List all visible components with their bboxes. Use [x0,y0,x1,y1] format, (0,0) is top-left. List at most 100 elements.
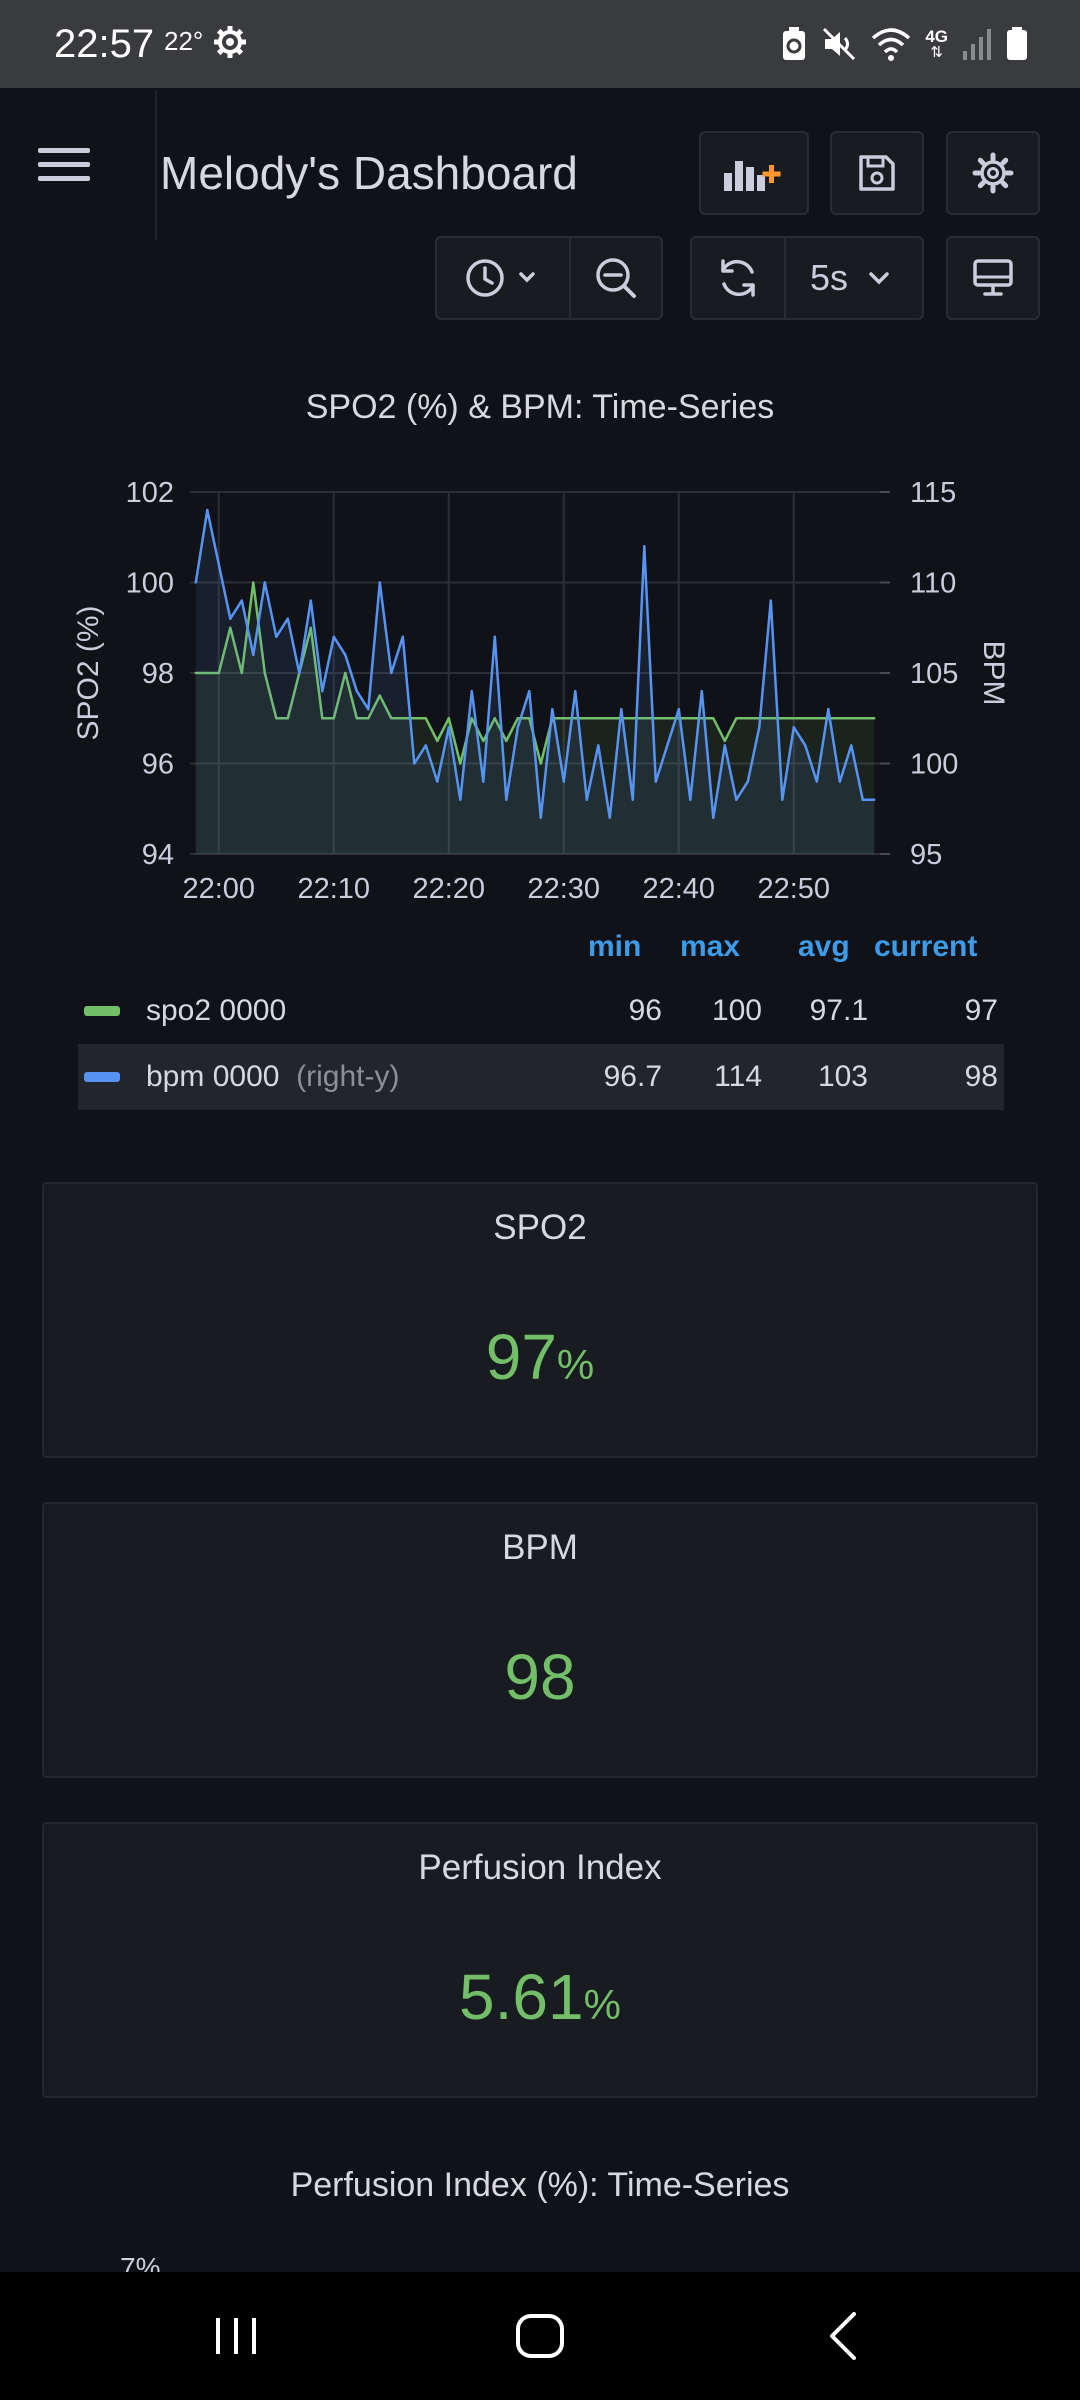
x-tick-label: 22:50 [757,873,830,905]
data-point-bpm [240,599,243,602]
y-tick-label-left: 98 [142,658,174,690]
data-point-bpm [493,635,496,638]
spo2-bpm-chart: 94 95 96 100 98 105 100 110 102 115 22:00 22:10 22:2… [72,477,1010,905]
data-point-bpm [827,708,830,711]
data-point-bpm [654,780,657,783]
data-point-bpm [459,798,462,801]
add-panel-button[interactable] [699,131,809,215]
recents-icon [216,2318,256,2354]
legend-row-bpm[interactable]: bpm 0000 (right-y) 96.7 114 103 98 [78,1044,1004,1110]
x-tick-label: 22:40 [642,873,715,905]
data-point-bpm [815,780,818,783]
legend-header-current[interactable]: current [874,930,977,964]
legend-axis-note: (right-y) [296,1060,400,1093]
refresh-interval-picker[interactable]: 5s [784,236,924,320]
header-divider [155,90,157,240]
data-point-bpm [344,653,347,657]
data-point-bpm [275,635,278,638]
data-point-bpm [539,816,542,819]
data-point-bpm [367,708,370,711]
data-point-spo2 [735,717,738,720]
data-point-bpm [309,599,312,602]
back-button[interactable] [784,2292,904,2380]
battery-saver-icon [783,27,806,60]
stat-unit: % [556,1341,595,1388]
cycle-view-icon [973,259,1013,296]
data-point-spo2 [252,581,255,584]
legend-header-max[interactable]: max [680,930,740,964]
data-point-bpm [413,762,416,765]
data-point-bpm [677,708,680,711]
data-point-spo2 [850,717,853,720]
stat-unit: % [583,1981,621,2028]
y-tick-label-right: 105 [910,658,958,690]
data-point-spo2 [459,762,462,765]
stat-panel-spo2[interactable]: SPO2 97% [42,1182,1038,1458]
legend-header-min[interactable]: min [588,930,641,964]
x-tick-label: 22:30 [527,873,600,905]
data-point-bpm [298,671,301,675]
data-point-bpm [792,726,795,729]
data-point-spo2 [792,717,795,720]
data-point-bpm [735,798,738,801]
data-point-spo2 [562,717,565,720]
save-icon [859,155,895,191]
x-tick-label: 22:00 [182,873,255,905]
data-point-spo2 [447,717,450,720]
data-point-spo2 [413,717,416,720]
page-title: Melody's Dashboard [160,147,578,199]
legend-header: min max avg current [78,930,1004,978]
timeseries-panel-title: SPO2 (%) & BPM: Time-Series [305,388,775,426]
data-point-bpm [482,780,485,783]
save-dashboard-button[interactable] [830,131,924,215]
data-point-spo2 [516,717,519,720]
data-point-bpm [873,798,876,801]
settings-gear-icon [214,26,246,58]
cycle-view-mode-button[interactable] [946,236,1040,320]
data-point-bpm [861,798,864,801]
legend-avg: 97.1 [809,994,868,1027]
data-point-bpm [401,635,404,638]
data-point-bpm [424,744,427,747]
menu-button[interactable] [36,144,94,184]
legend-max: 114 [714,1060,762,1093]
data-point-bpm [321,689,324,693]
stat-panel-perfusion-index[interactable]: Perfusion Index 5.61% [42,1822,1038,2098]
zoom-out-button[interactable] [569,236,663,320]
refresh-button[interactable] [690,236,786,320]
data-point-bpm [263,581,266,584]
data-point-bpm [332,635,335,638]
data-point-bpm [516,726,519,729]
data-point-bpm [562,780,565,783]
data-point-bpm [620,708,623,711]
legend-header-avg[interactable]: avg [798,930,850,964]
refresh-icon [721,259,755,297]
refresh-interval-value: 5s [810,257,849,298]
data-point-bpm [528,689,531,693]
data-point-bpm [551,708,554,711]
time-picker-button[interactable] [435,236,571,320]
recents-button[interactable] [176,2292,296,2380]
data-point-spo2 [723,739,726,743]
legend-row-spo2[interactable]: spo2 0000 96 100 97.1 97 [78,978,1004,1044]
stat-value: 5.61% [44,1960,1036,2034]
data-point-bpm [758,726,761,729]
data-point-spo2 [424,717,427,720]
navigation-bar [0,2272,1080,2400]
data-point-bpm [436,780,439,783]
data-point-bpm [838,780,841,783]
y-tick-label-right: 95 [910,839,942,871]
settings-icon [972,152,1014,194]
legend-current: 98 [964,1060,998,1093]
dashboard-settings-button[interactable] [946,131,1040,215]
home-button[interactable] [480,2292,600,2380]
legend-swatch-spo2 [84,1006,120,1016]
stat-panel-bpm[interactable]: BPM 98 [42,1502,1038,1778]
legend-swatch-bpm [84,1072,120,1082]
chart-series [194,508,876,854]
data-point-bpm [447,726,450,729]
y-tick-label-left: 94 [142,839,174,871]
data-point-bpm [505,798,508,801]
4g-icon: 4G ⇅ [925,27,948,61]
data-point-bpm [689,798,692,801]
